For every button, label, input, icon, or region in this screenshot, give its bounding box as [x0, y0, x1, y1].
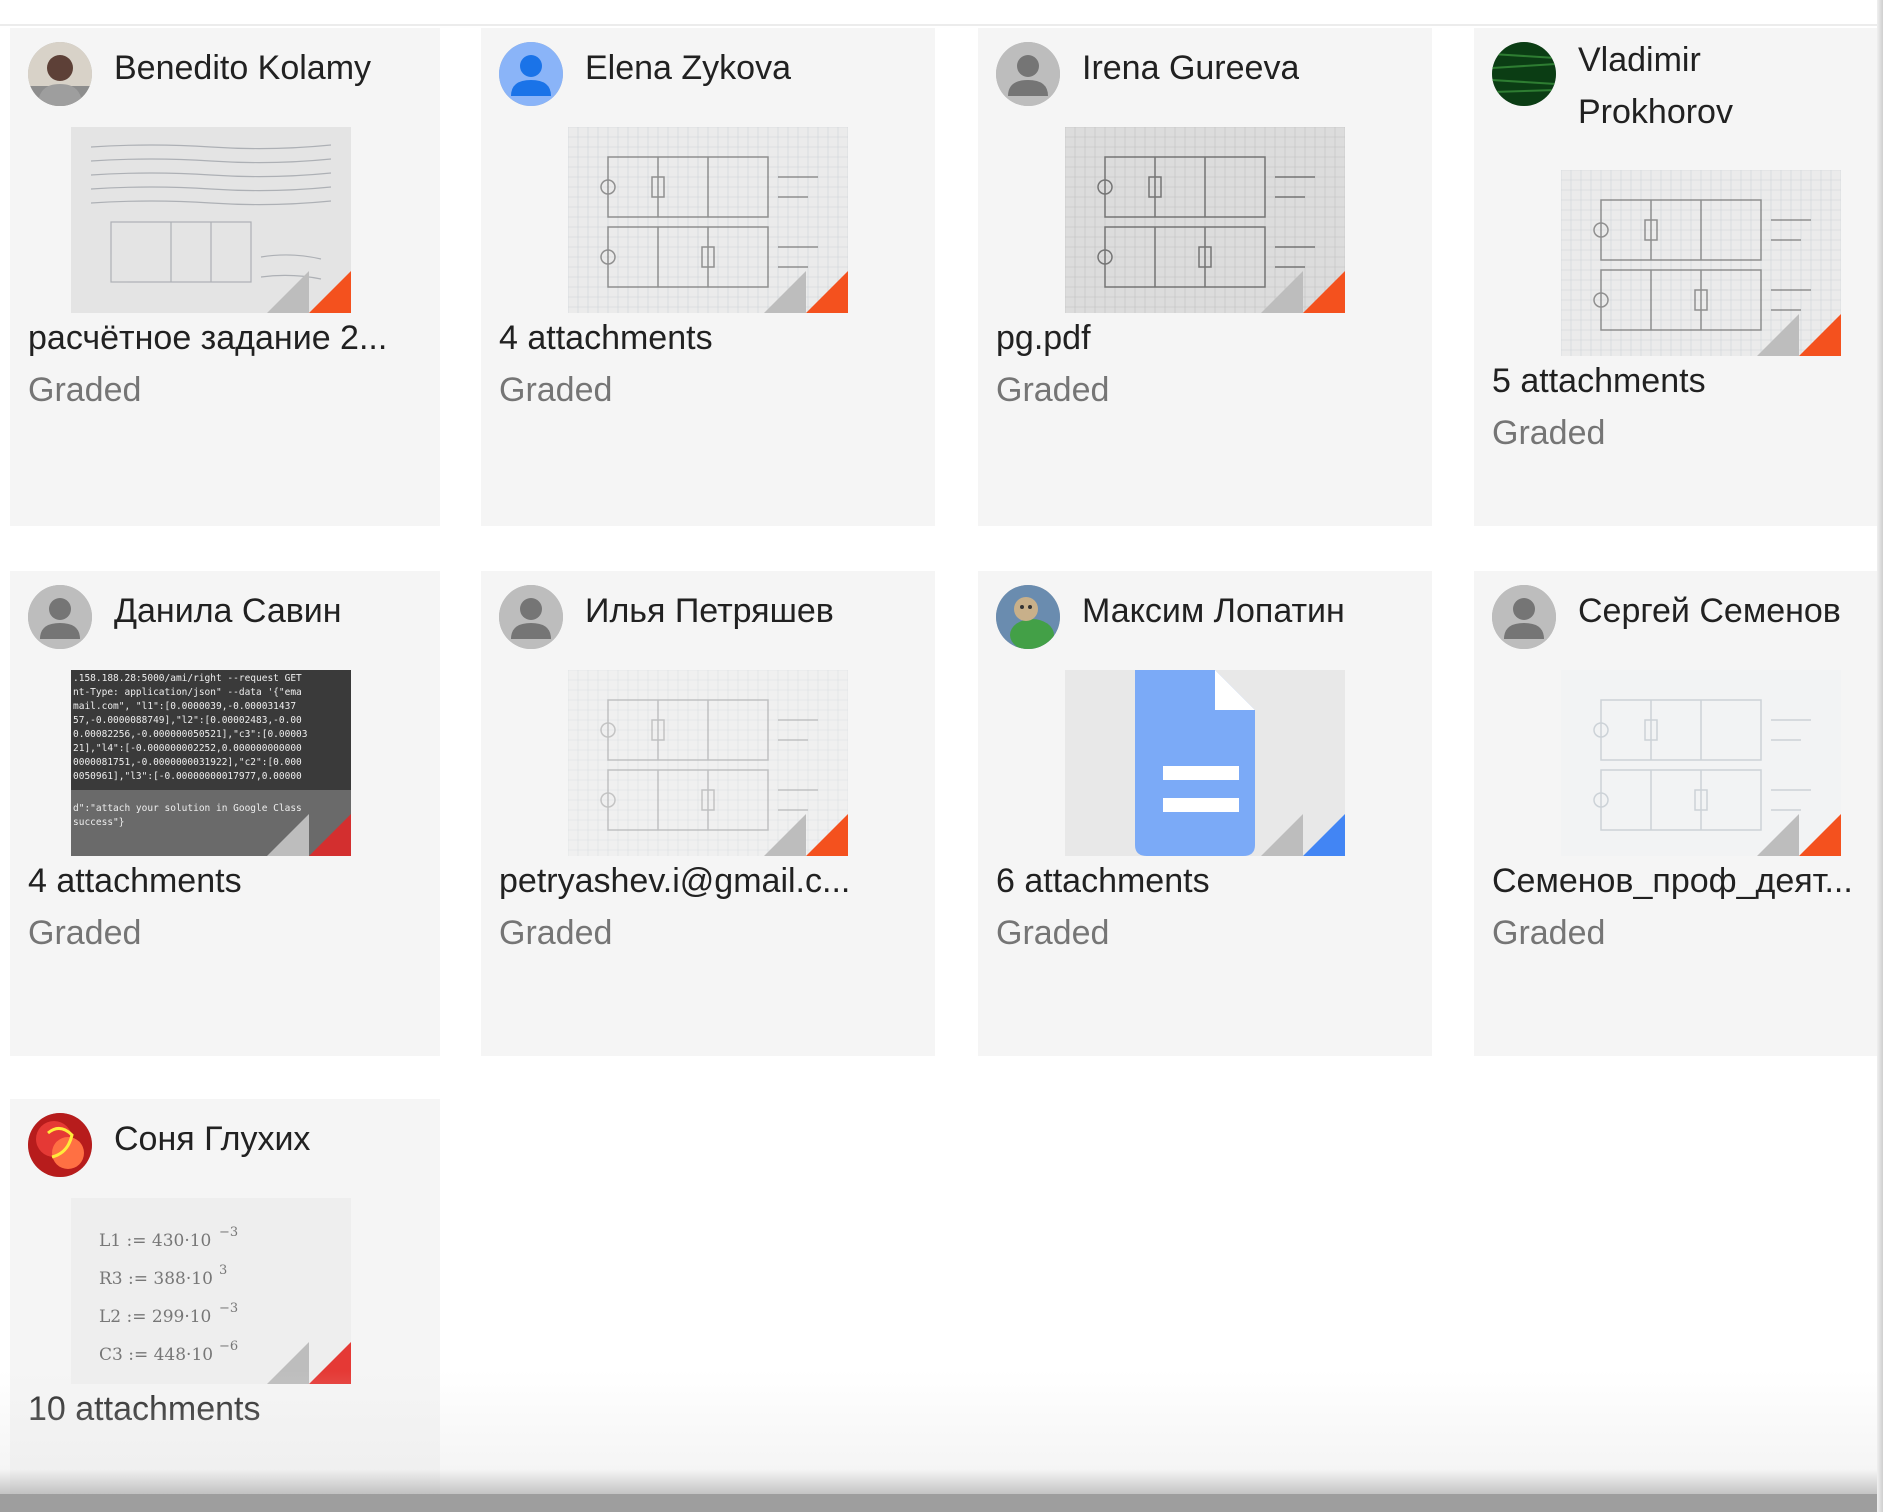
bottom-scroll-edge: [0, 1494, 1883, 1512]
formula-exponent: −3: [219, 1225, 238, 1240]
student-header: Сергей Семенов: [1492, 585, 1875, 649]
attachment-title[interactable]: 6 attachments: [996, 862, 1422, 901]
attachment-thumbnail[interactable]: [1065, 670, 1345, 856]
formula-line: R3 := 388·10: [99, 1269, 213, 1289]
grade-status: Graded: [28, 914, 142, 952]
student-name: Elena Zykova: [585, 49, 791, 87]
grey-person-avatar: [28, 585, 92, 649]
formula-exponent: −3: [219, 1301, 238, 1316]
submission-card[interactable]: Benedito Kolamy расчётное задание 2... Gr…: [10, 28, 440, 526]
terminal-line: success"}: [73, 817, 124, 828]
grey-person-avatar: [1492, 585, 1556, 649]
grey-person-avatar: [499, 585, 563, 649]
student-name: Максим Лопатин: [1082, 592, 1345, 630]
terminal-line: .158.188.28:5000/ami/right --request GET: [73, 673, 302, 684]
blue-person-avatar: [499, 42, 563, 106]
submissions-grid: Benedito Kolamy расчётное задание 2... Gr…: [0, 0, 1883, 1512]
file-type-corner-icon: [267, 271, 351, 313]
student-header: Vladimir Prokhorov: [1492, 41, 1875, 138]
terminal-line: 0050961],"l3":[-0.00000000017977,0.00000: [73, 771, 302, 782]
file-type-corner-icon: [1261, 814, 1345, 856]
red-neon-avatar: [28, 1113, 92, 1177]
student-name: Vladimir Prokhorov: [1578, 41, 1733, 131]
student-header: Соня Глухих: [28, 1113, 432, 1177]
file-type-corner-icon: [1261, 271, 1345, 313]
attachment-title[interactable]: 4 attachments: [499, 319, 925, 358]
attachment-thumbnail[interactable]: [568, 670, 848, 856]
attachment-thumbnail[interactable]: L1 := 430·10 −3 R3 := 388·10 3 L2 := 299·10−…: [71, 1198, 351, 1384]
file-type-corner-icon: [764, 271, 848, 313]
student-header: Elena Zykova: [499, 42, 927, 106]
terminal-line: 21],"l4":[-0.000000002252,0.000000000000: [73, 743, 302, 754]
grade-status: Graded: [499, 371, 613, 409]
attachment-thumbnail[interactable]: .158.188.28:5000/ami/right --request GET…: [71, 670, 351, 856]
submission-card[interactable]: Сергей Семенов Семенов_проф_деят... Grade…: [1474, 571, 1883, 1056]
student-name: Benedito Kolamy: [114, 49, 372, 87]
file-type-corner-icon: [1757, 814, 1841, 856]
green-photo-avatar: [1492, 42, 1556, 106]
grade-status: Graded: [996, 371, 1110, 409]
terminal-line: 0.00082256,-0.000000050521],"c3":[0.0000…: [73, 729, 308, 740]
student-name: Сергей Семенов: [1578, 592, 1841, 630]
formula-line: L1 := 430·10: [99, 1231, 211, 1251]
attachment-thumbnail[interactable]: [1065, 127, 1345, 313]
student-name: Данила Савин: [114, 592, 342, 630]
student-header: Илья Петряшев: [499, 585, 927, 649]
student-header: Максим Лопатин: [996, 585, 1424, 649]
terminal-line: mail.com", "l1":[0.0000039,-0.000031437: [73, 701, 296, 712]
cat-photo-avatar: [996, 585, 1060, 649]
file-type-corner-icon: [267, 814, 351, 856]
attachment-title[interactable]: petryashev.i@gmail.c...: [499, 862, 925, 901]
grey-person-avatar: [996, 42, 1060, 106]
terminal-line: 0000081751,-0.0000000031922],"c2":[0.000: [73, 757, 302, 768]
photo-avatar: [28, 42, 92, 106]
student-header: Данила Савин: [28, 585, 432, 649]
submission-card[interactable]: Данила Савин .158.188.28:5000/ami/right -…: [10, 571, 440, 1056]
submission-card[interactable]: Irena Gureeva pg.pdf Graded: [978, 28, 1432, 526]
attachment-title[interactable]: 4 attachments: [28, 862, 430, 901]
attachment-thumbnail[interactable]: [1561, 670, 1841, 856]
attachment-thumbnail[interactable]: [1561, 170, 1841, 356]
terminal-line: d":"attach your solution in Google Class: [73, 803, 302, 814]
attachment-title[interactable]: 5 attachments: [1492, 362, 1873, 401]
file-type-corner-icon: [1757, 314, 1841, 356]
attachment-title[interactable]: расчётное задание 2...: [28, 319, 430, 358]
formula-line: C3 := 448·10: [99, 1345, 213, 1365]
grade-status: Graded: [1492, 414, 1606, 452]
student-name: Соня Глухих: [114, 1120, 311, 1158]
attachment-thumbnail[interactable]: [71, 127, 351, 313]
grade-status: Graded: [499, 914, 613, 952]
grade-status: Graded: [28, 371, 142, 409]
terminal-line: 57,-0.0000088749],"l2":[0.00002483,-0.00: [73, 715, 302, 726]
student-header: Irena Gureeva: [996, 42, 1424, 106]
attachment-title[interactable]: Семенов_проф_деят...: [1492, 862, 1873, 901]
attachment-thumbnail[interactable]: [568, 127, 848, 313]
grade-status: Graded: [996, 914, 1110, 952]
attachment-title[interactable]: pg.pdf: [996, 319, 1422, 358]
right-edge-shade: [1877, 0, 1883, 1512]
formula-exponent: −6: [219, 1339, 238, 1354]
submission-card[interactable]: Vladimir Prokhorov 5 attachments Graded: [1474, 28, 1883, 526]
terminal-line: nt-Type: application/json" --data '{"ema: [73, 687, 302, 698]
formula-line: L2 := 299·10: [99, 1307, 211, 1327]
student-header: Benedito Kolamy: [28, 42, 432, 106]
bottom-fade: [0, 1370, 1883, 1512]
submission-card[interactable]: Elena Zykova 4 attachments Graded: [481, 28, 935, 526]
student-name: Илья Петряшев: [585, 592, 834, 630]
formula-exponent: 3: [219, 1263, 227, 1278]
submission-card[interactable]: Максим Лопатин 6 attachments Graded: [978, 571, 1432, 1056]
submission-card[interactable]: Илья Петряшев petryashev.i@gmail.c... Gra…: [481, 571, 935, 1056]
student-name: Irena Gureeva: [1082, 49, 1300, 87]
grade-status: Graded: [1492, 914, 1606, 952]
file-type-corner-icon: [764, 814, 848, 856]
